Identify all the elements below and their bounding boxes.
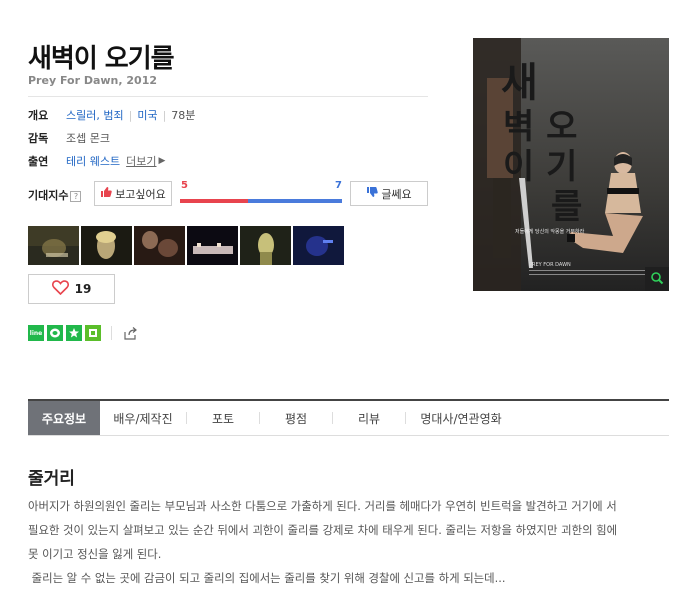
- still-thumbnail[interactable]: [81, 226, 132, 265]
- tab-ratings[interactable]: 평점: [260, 401, 332, 435]
- poster-zoom-button[interactable]: [645, 267, 669, 291]
- thumbs-up-icon: [100, 186, 112, 201]
- svg-text:새: 새: [501, 60, 538, 106]
- band-star-icon[interactable]: [66, 325, 82, 341]
- cast-label: 출연: [28, 155, 49, 168]
- heart-icon: [51, 280, 69, 298]
- movie-subtitle: Prey For Dawn, 2012: [28, 74, 157, 87]
- like-heart-button[interactable]: 19: [28, 274, 115, 304]
- want-to-see-label: 보고싶어요: [115, 187, 166, 201]
- country-link[interactable]: 미국: [137, 107, 157, 123]
- movie-title: 새벽이 오기를: [28, 44, 175, 74]
- tab-reviews[interactable]: 리뷰: [333, 401, 405, 435]
- magnifier-icon: [650, 270, 664, 289]
- still-thumbnail[interactable]: [293, 226, 344, 265]
- still-thumbnail[interactable]: [187, 226, 238, 265]
- tab-photos[interactable]: 포토: [187, 401, 259, 435]
- like-count: 5: [181, 180, 188, 191]
- share-icon[interactable]: [122, 325, 138, 341]
- svg-text:벽 오: 벽 오: [503, 107, 577, 147]
- synopsis-line: 필요한 것이 있는지 살펴보고 있는 순간 뒤에서 괴한이 줄리를 강제로 차에…: [28, 523, 618, 537]
- kakao-icon[interactable]: [47, 325, 63, 341]
- question-icon[interactable]: ?: [70, 190, 82, 202]
- like-ratio-fill: [180, 199, 248, 203]
- want-to-see-button[interactable]: 보고싶어요: [94, 181, 172, 206]
- genre-link[interactable]: 스릴러, 범죄: [66, 107, 124, 123]
- still-thumbnail[interactable]: [134, 226, 185, 265]
- director-row: 감독 조셉 몬크: [28, 130, 110, 146]
- poster-tagline: 저들에게 당신의 악몽을 거부하라: [515, 229, 585, 235]
- tab-quotes-related[interactable]: 명대사/연관영화: [406, 401, 516, 435]
- not-sure-button[interactable]: 글쎄요: [350, 181, 428, 206]
- more-link[interactable]: 더보기: [126, 153, 156, 169]
- expectation-label-text: 기대지수: [28, 189, 69, 202]
- still-gallery: [28, 226, 344, 265]
- synopsis-title: 줄거리: [28, 469, 75, 489]
- like-count-value: 19: [74, 282, 92, 296]
- director-label: 감독: [28, 132, 49, 145]
- synopsis-line: 못 이기고 정신을 잃게 된다.: [28, 547, 162, 561]
- tab-bar: 주요정보 배우/제작진 포토 평점 리뷰 명대사/연관영화: [28, 399, 669, 436]
- svg-text:이 기: 이 기: [503, 147, 577, 187]
- expectation-label: 기대지수?: [28, 187, 82, 203]
- vote-ratio-bar: [180, 199, 342, 203]
- story-icon[interactable]: [85, 325, 101, 341]
- line-text: line: [29, 329, 43, 337]
- dislike-ratio-fill: [247, 199, 342, 203]
- synopsis-line: 줄리는 알 수 없는 곳에 감금이 되고 줄리의 집에서는 줄리를 찾기 위해 …: [28, 571, 506, 585]
- overview-row: 개요 스릴러, 범죄 | 미국 | 78분: [28, 107, 195, 123]
- chevron-right-icon: ▶: [158, 156, 166, 166]
- tab-cast-crew[interactable]: 배우/제작진: [100, 401, 186, 435]
- separator: |: [162, 108, 167, 122]
- line-icon[interactable]: line: [28, 325, 44, 341]
- not-sure-label: 글쎄요: [381, 187, 412, 201]
- cast-link[interactable]: 테리 웨스트: [66, 153, 120, 169]
- director-name: 조셉 몬크: [66, 132, 110, 145]
- dislike-count: 7: [335, 180, 342, 191]
- title-divider: [28, 96, 428, 97]
- overview-label: 개요: [28, 109, 49, 122]
- svg-text:를: 를: [551, 187, 582, 227]
- share-divider: [111, 326, 112, 340]
- synopsis-body: 아버지가 하원의원인 줄리는 부모님과 사소한 다툼으로 가출하게 된다. 거리…: [28, 494, 673, 590]
- expectation-row: 기대지수? 보고싶어요 5 7 글쎄요: [28, 180, 428, 207]
- thumbs-down-icon: [366, 186, 379, 201]
- runtime: 78분: [171, 109, 196, 122]
- still-thumbnail[interactable]: [240, 226, 291, 265]
- cast-row: 출연 테리 웨스트 더보기 ▶: [28, 153, 165, 169]
- still-thumbnail[interactable]: [28, 226, 79, 265]
- separator: |: [128, 108, 133, 122]
- synopsis-line: 아버지가 하원의원인 줄리는 부모님과 사소한 다툼으로 가출하게 된다. 거리…: [28, 499, 617, 513]
- movie-poster[interactable]: 새 벽 오 이 기 를 PREY FOR DAWN 저들에게 당신의 악몽을 거…: [473, 38, 669, 291]
- share-row: line: [28, 325, 138, 341]
- poster-credits: PREY FOR DAWN: [529, 262, 571, 268]
- tab-main-info[interactable]: 주요정보: [28, 401, 100, 435]
